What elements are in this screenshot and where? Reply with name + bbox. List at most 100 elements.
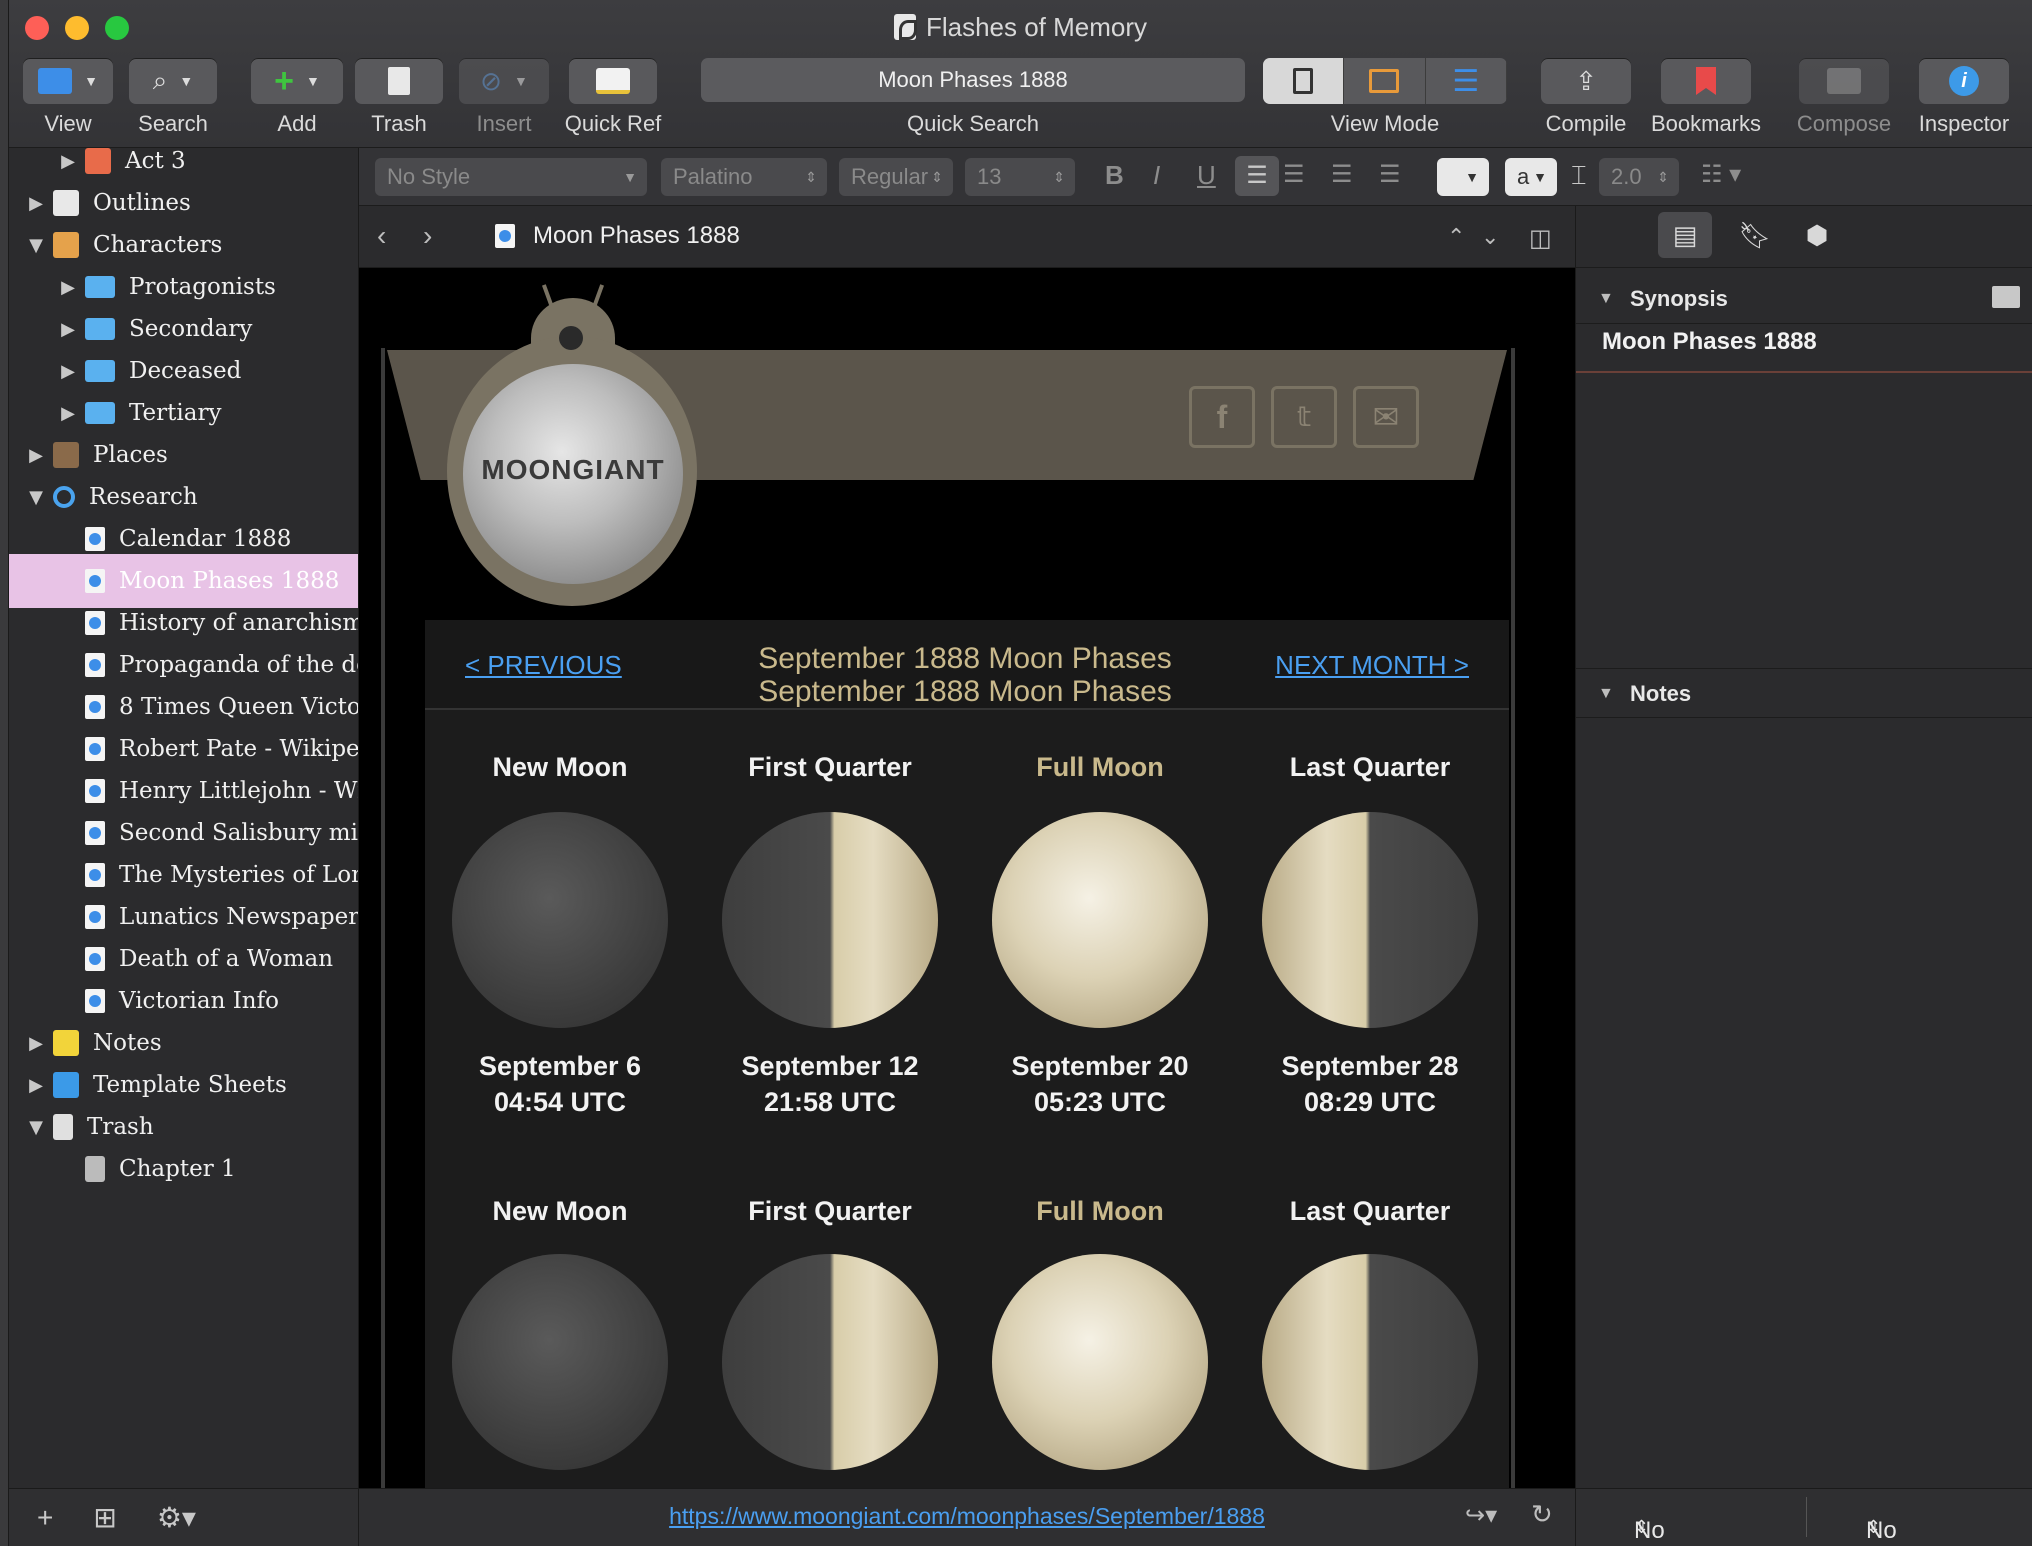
facebook-icon[interactable]: f (1189, 386, 1255, 448)
updown-arrows-icon: ⇕ (931, 169, 943, 185)
image-icon[interactable] (1992, 286, 2020, 308)
disclosure-triangle-icon[interactable]: ▶ (27, 1075, 45, 1096)
compose-label: Compose (1796, 111, 1892, 136)
justify-button[interactable]: ☰ (1379, 160, 1401, 189)
font-family-popup[interactable]: Palatino ⇕ (661, 158, 827, 196)
share-arrow-icon[interactable]: ↪▾ (1465, 1501, 1497, 1530)
add-item-button[interactable]: + (37, 1502, 53, 1534)
footer-divider (1806, 1497, 1807, 1537)
disclosure-triangle-icon[interactable]: ▶ (27, 1033, 45, 1054)
view-mode-document-button[interactable] (1263, 58, 1345, 104)
logo-text: MOONGIANT (481, 454, 665, 485)
quick-search-field[interactable]: Moon Phases 1888 (701, 58, 1245, 102)
first-quarter-moon-image[interactable] (722, 812, 938, 1028)
document-view-icon (1293, 68, 1314, 94)
trash-button[interactable] (355, 58, 443, 104)
new-moon-image[interactable] (452, 1254, 668, 1470)
view-button[interactable]: ▼ (23, 58, 113, 104)
underline-button[interactable]: U (1197, 160, 1216, 191)
quick-ref-button[interactable] (569, 58, 657, 104)
font-weight-popup[interactable]: Regular ⇕ (839, 158, 953, 196)
last-quarter-moon-image[interactable] (1262, 1254, 1478, 1470)
web-page-icon (85, 863, 105, 887)
add-folder-button[interactable]: ⊞ (93, 1501, 116, 1534)
forward-arrow-icon[interactable]: › (423, 220, 432, 252)
previous-month-link[interactable]: < PREVIOUS (465, 650, 622, 681)
phase-name-full-moon: Full Moon (1036, 1196, 1164, 1226)
inspector-button[interactable]: i (1919, 58, 2009, 104)
scrivener-document-icon (893, 14, 917, 40)
italic-button[interactable]: I (1153, 160, 1160, 191)
text-color-popup[interactable]: a ▼ (1505, 158, 1557, 196)
highlight-color-popup[interactable]: ▼ (1437, 158, 1489, 196)
disclosure-triangle-icon[interactable]: ▶ (27, 193, 45, 214)
chevron-down-icon: ▼ (306, 73, 320, 89)
notes-section-header[interactable]: ▼ Notes (1576, 668, 2032, 718)
style-popup[interactable]: No Style ▼ (375, 158, 647, 196)
email-icon[interactable]: ✉ (1353, 386, 1419, 448)
search-button[interactable]: ⌕ ▼ (129, 58, 217, 104)
align-center-button[interactable]: ☰ (1283, 160, 1305, 189)
full-moon-image[interactable] (992, 812, 1208, 1028)
reload-icon[interactable]: ↻ (1531, 1499, 1553, 1530)
first-quarter-moon-image[interactable] (722, 1254, 938, 1470)
synopsis-text[interactable]: Moon Phases 1888 (1602, 328, 1817, 356)
page-url-link[interactable]: https://www.moongiant.com/moonphases/Sep… (359, 1503, 1575, 1530)
synopsis-section-header[interactable]: ▼ Synopsis (1576, 274, 2032, 324)
phase-name-new-moon: New Moon (492, 752, 628, 782)
info-icon: i (1949, 66, 1979, 96)
document-title: Moon Phases 1888 (533, 222, 740, 249)
disclosure-triangle-icon[interactable]: ▶ (59, 277, 77, 298)
disclosure-triangle-icon[interactable]: ▶ (59, 361, 77, 382)
last-quarter-moon-image[interactable] (1262, 812, 1478, 1028)
metadata-tab-tag-icon[interactable]: ⬢ (1790, 212, 1844, 258)
disclosure-triangle-icon[interactable]: ▶ (27, 445, 45, 466)
full-moon-image[interactable] (992, 1254, 1208, 1470)
compose-button[interactable] (1799, 58, 1889, 104)
chevron-down-icon[interactable]: ⌄ (1481, 224, 1499, 250)
disclosure-triangle-icon[interactable]: ▶ (59, 403, 77, 424)
next-month-link[interactable]: NEXT MONTH > (1275, 650, 1469, 681)
disclosure-triangle-icon[interactable]: ▼ (27, 487, 45, 508)
disclosure-triangle-icon[interactable]: ▼ (27, 235, 45, 256)
new-moon-image[interactable] (452, 812, 668, 1028)
web-content-view[interactable]: MOONGIANT f 𝕥 ✉ < PREVIOUS September 188… (359, 268, 1575, 1488)
view-mode-corkboard-button[interactable] (1344, 58, 1426, 104)
disclosure-triangle-icon[interactable]: ▼ (27, 1117, 45, 1138)
document-icon (85, 1156, 105, 1182)
font-size-popup[interactable]: 13 ⇕ (965, 158, 1075, 196)
bookmarks-button[interactable] (1661, 58, 1751, 104)
inspector-panel: ▤ 🔖︎ ⬢ ▼ Synopsis Moon Phases 1888 ▼ Not… (1575, 206, 2032, 1488)
twitter-icon[interactable]: 𝕥 (1271, 386, 1337, 448)
compile-button[interactable]: ⇪ (1541, 58, 1631, 104)
align-right-button[interactable]: ☰ (1331, 160, 1353, 189)
binder-item-chapter-1[interactable]: Chapter 1 (9, 1142, 358, 1196)
line-spacing-popup[interactable]: 2.0 ⇕ (1599, 158, 1679, 196)
add-button[interactable]: + ▼ (251, 58, 343, 104)
insert-button[interactable]: ⊘ ▼ (459, 58, 549, 104)
phase-name-last-quarter: Last Quarter (1289, 1196, 1451, 1226)
bold-button[interactable]: B (1105, 160, 1124, 191)
web-page-icon (85, 653, 105, 677)
compile-label: Compile (1545, 111, 1627, 136)
month-title: September 1888 Moon Phases September 188… (758, 642, 1172, 708)
list-style-button[interactable]: ☷ ▾ (1701, 160, 1741, 189)
disclosure-triangle-icon[interactable]: ▶ (59, 151, 77, 172)
folder-icon (85, 318, 115, 340)
notes-tab-notepad-icon[interactable]: ▤ (1658, 212, 1712, 258)
bookmarks-tab-bookmark-icon[interactable]: 🔖︎ (1728, 212, 1782, 258)
align-left-button[interactable]: ☰ (1235, 156, 1279, 196)
chevron-up-icon[interactable]: ⌃ (1447, 224, 1465, 250)
chevron-down-icon: ▼ (179, 73, 194, 89)
app-window: Flashes of Memory ▼ View ⌕ ▼ Search + ▼ … (8, 0, 2032, 1546)
inspector-label: Inspector (1918, 111, 2010, 136)
web-page-icon (85, 611, 105, 635)
view-mode-outliner-button[interactable]: ☰ (1426, 58, 1507, 104)
back-arrow-icon[interactable]: ‹ (377, 220, 386, 252)
gear-icon[interactable]: ⚙▾ (157, 1501, 196, 1534)
split-editor-icon[interactable]: ◫ (1529, 224, 1552, 253)
disclosure-triangle-icon[interactable]: ▶ (59, 319, 77, 340)
web-page-icon (495, 224, 515, 248)
character-icon (53, 232, 79, 258)
month-navigation-bar: < PREVIOUS September 1888 Moon Phases Se… (425, 620, 1509, 710)
